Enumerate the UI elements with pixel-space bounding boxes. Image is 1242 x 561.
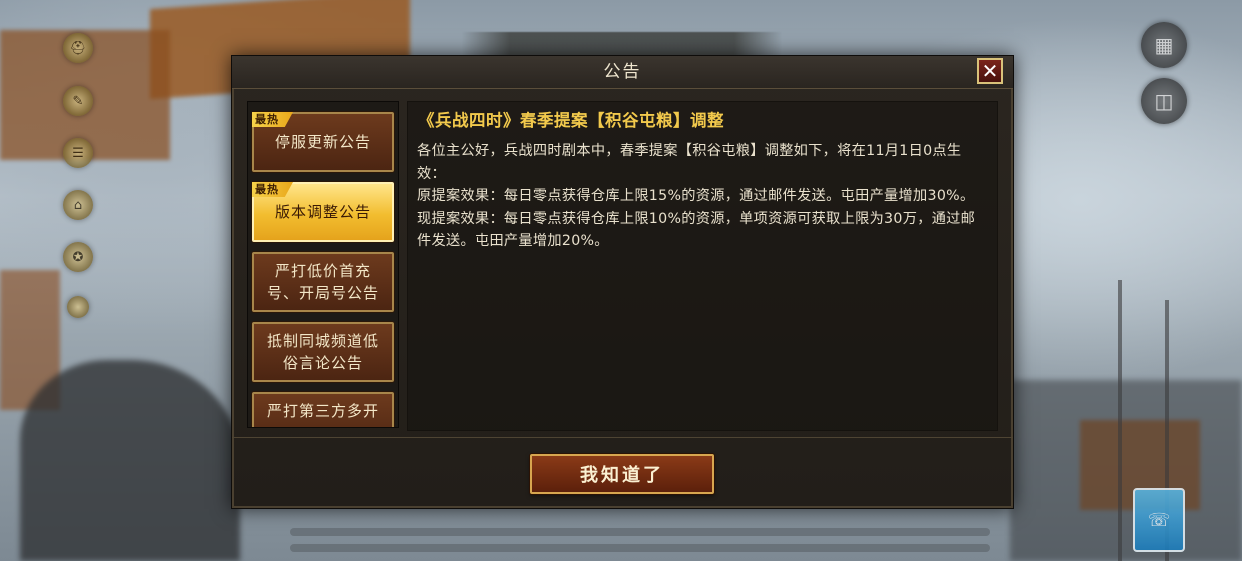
hot-badge: 最热: [252, 112, 293, 127]
scroll-icon[interactable]: ✎: [63, 86, 93, 116]
announcement-title: 《兵战四时》春季提案【积谷屯粮】调整: [418, 111, 724, 130]
close-icon: ✕: [981, 59, 999, 83]
tab-label: 停服更新公告: [274, 133, 371, 151]
background-footer-text: [290, 528, 990, 536]
tab-label: 版本调整公告: [274, 203, 371, 221]
castle-icon[interactable]: ⌂: [63, 190, 93, 220]
map-icon[interactable]: ◫: [1141, 78, 1187, 124]
modal-title: 公告: [603, 62, 642, 82]
dot-icon[interactable]: [67, 296, 89, 318]
medal-icon[interactable]: ✪: [63, 242, 93, 272]
tab-label: 严打第三方多开: [266, 402, 379, 420]
announcement-modal: 公告 ✕ 最热 停服更新公告 最热 版本调整公告 严打低价首充号、开局号公告 抵…: [231, 55, 1014, 509]
list-icon[interactable]: ☰: [63, 138, 93, 168]
tab-third-party[interactable]: 严打第三方多开: [252, 392, 394, 427]
confirm-button[interactable]: 我知道了: [530, 454, 714, 494]
hot-badge: 最热: [252, 182, 293, 197]
helmet-icon[interactable]: ⛑: [63, 33, 93, 63]
announcement-paragraph: 现提案效果：每日零点获得仓库上限10%的资源，单项资源可获取上限为30万，通过邮…: [417, 210, 976, 250]
customer-service-icon[interactable]: ☏: [1133, 488, 1185, 552]
top-ticker: [462, 32, 782, 56]
announcement-tab-list[interactable]: 最热 停服更新公告 最热 版本调整公告 严打低价首充号、开局号公告 抵制同城频道…: [247, 101, 399, 428]
announcement-body: 各位主公好，兵战四时剧本中，春季提案【积谷屯粮】调整如下，将在11月1日0点生效…: [417, 140, 989, 253]
background-spear: [1118, 280, 1122, 561]
announcement-content: 《兵战四时》春季提案【积谷屯粮】调整 各位主公好，兵战四时剧本中，春季提案【积谷…: [407, 101, 998, 431]
tab-label: 严打低价首充号、开局号公告: [266, 262, 379, 302]
tab-city-channel[interactable]: 抵制同城频道低俗言论公告: [252, 322, 394, 382]
tab-shutdown-update[interactable]: 最热 停服更新公告: [252, 112, 394, 172]
tab-crackdown-accounts[interactable]: 严打低价首充号、开局号公告: [252, 252, 394, 312]
tab-label: 抵制同城频道低俗言论公告: [266, 332, 379, 372]
grid-icon[interactable]: ▦: [1141, 22, 1187, 68]
close-button[interactable]: ✕: [977, 58, 1003, 84]
footer-divider: [232, 437, 1013, 438]
background-soldiers: [20, 360, 240, 561]
announcement-paragraph: 原提案效果：每日零点获得仓库上限15%的资源，通过邮件发送。屯田产量增加30%。: [417, 188, 975, 205]
background-soldiers: [1010, 380, 1242, 561]
announcement-paragraph: 各位主公好，兵战四时剧本中，春季提案【积谷屯粮】调整如下，将在11月1日0点生效…: [417, 143, 962, 182]
modal-header: 公告 ✕: [232, 56, 1013, 89]
tab-version-adjustment[interactable]: 最热 版本调整公告: [252, 182, 394, 242]
background-footer-text: [290, 544, 990, 552]
